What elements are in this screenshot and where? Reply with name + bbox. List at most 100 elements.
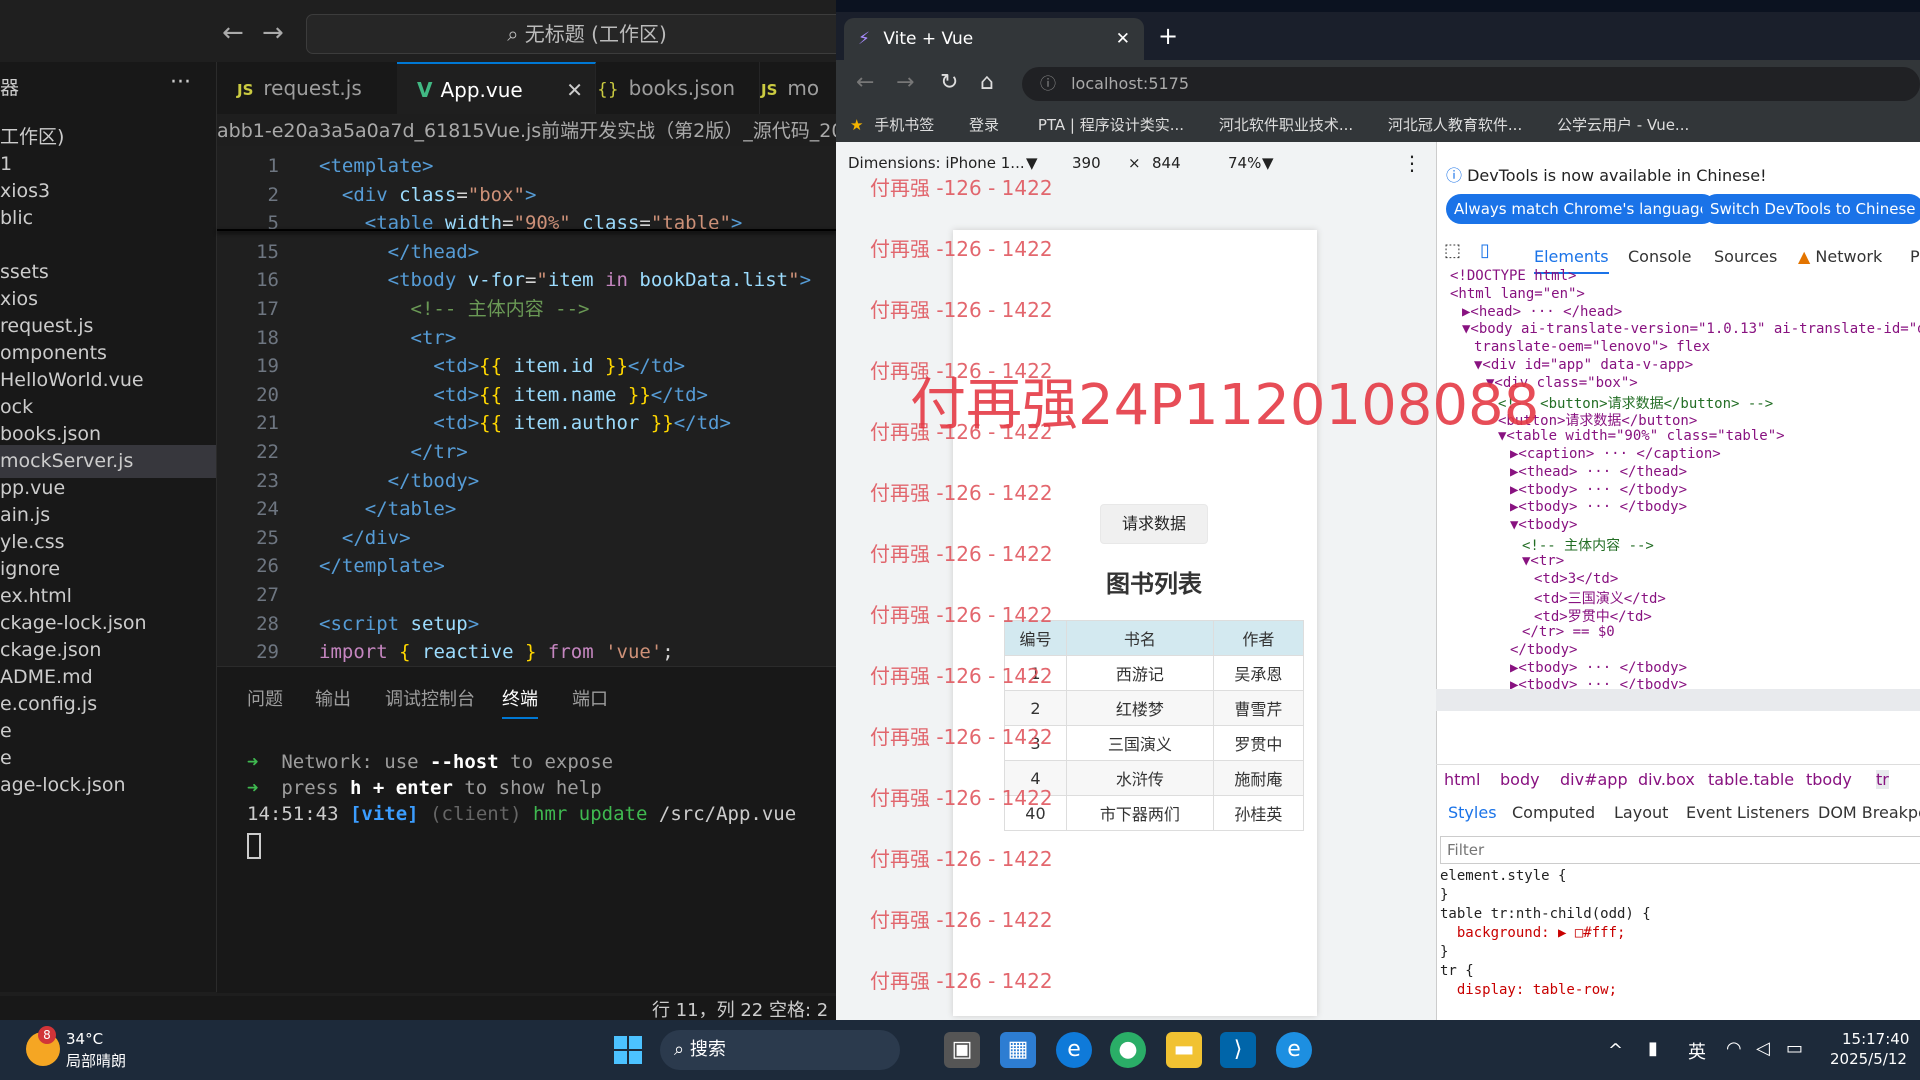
- inspect-element-icon[interactable]: ⬚: [1444, 240, 1461, 261]
- panel-tab-debug-console[interactable]: 调试控制台: [385, 685, 475, 711]
- address-bar[interactable]: ⓘ localhost:5175: [1022, 67, 1920, 101]
- breadcrumb[interactable]: abb1-e20a3a5a0a7d_61815Vue.js前端开发实战（第2版）…: [217, 116, 836, 146]
- code-line[interactable]: 16 <tbody v-for="item in bookData.list">: [217, 266, 811, 294]
- crumb-html[interactable]: html: [1444, 770, 1480, 789]
- crumb-div-box[interactable]: div.box: [1638, 770, 1695, 789]
- request-data-button[interactable]: 请求数据: [1100, 504, 1208, 544]
- panel-tab-ports[interactable]: 端口: [572, 685, 608, 711]
- dom-node[interactable]: ▼<body ai-translate-version="1.0.13" ai-…: [1462, 321, 1920, 337]
- back-arrow-icon[interactable]: ←: [222, 18, 244, 48]
- close-tab-icon[interactable]: ✕: [1116, 18, 1130, 60]
- vscode-icon[interactable]: ⟩: [1220, 1032, 1256, 1068]
- panel-tab-output[interactable]: 输出: [315, 685, 351, 711]
- clock-date[interactable]: 2025/5/12: [1830, 1050, 1907, 1068]
- dom-node[interactable]: ▼<table width="90%" class="table">: [1498, 428, 1785, 444]
- dom-node[interactable]: <td>3</td>: [1534, 571, 1618, 587]
- battery-icon[interactable]: ▭: [1786, 1038, 1803, 1059]
- back-icon[interactable]: ←: [856, 70, 874, 95]
- code-line[interactable]: 5 <table width="90%" class="table">: [217, 209, 743, 237]
- code-line[interactable]: 24 </table>: [217, 495, 456, 523]
- tab-console[interactable]: Console: [1628, 247, 1692, 266]
- clock-time[interactable]: 15:17:40: [1842, 1030, 1909, 1048]
- code-line[interactable]: 23 </tbody>: [217, 467, 479, 495]
- code-line[interactable]: 2 <div class="box">: [217, 181, 537, 209]
- forward-arrow-icon[interactable]: →: [262, 18, 284, 48]
- style-rule-line[interactable]: table tr:nth-child(odd) {: [1440, 906, 1651, 922]
- edge-ai-icon[interactable]: e: [1276, 1032, 1312, 1068]
- style-rule-line[interactable]: background: ▶ □#fff;: [1440, 925, 1626, 941]
- wechat-icon[interactable]: ●: [1110, 1032, 1146, 1068]
- bookmark-pta[interactable]: PTA | 程序设计类实...: [1038, 116, 1184, 134]
- wifi-icon[interactable]: ◠: [1726, 1038, 1742, 1059]
- dom-node[interactable]: ▶<tbody> ··· </tbody>: [1510, 660, 1687, 676]
- command-center-search[interactable]: ⌕ 无标题 (工作区): [306, 14, 868, 54]
- dom-node[interactable]: ▶<head> ··· </head>: [1462, 304, 1622, 320]
- tab-books-json[interactable]: {} books.json: [577, 62, 760, 114]
- tab-sources[interactable]: Sources: [1714, 247, 1777, 266]
- tab-request-js[interactable]: JS request.js: [217, 62, 416, 114]
- style-rule-line[interactable]: display: table-row;: [1440, 982, 1617, 998]
- switch-to-chinese-button[interactable]: Switch DevTools to Chinese: [1702, 194, 1920, 224]
- code-line[interactable]: 20 <td>{{ item.name }}</td>: [217, 381, 708, 409]
- panel-tab-terminal[interactable]: 终端: [502, 685, 538, 719]
- code-line[interactable]: 28 <script setup>: [217, 610, 479, 638]
- zoom-select[interactable]: 74%: [1228, 146, 1261, 180]
- code-line[interactable]: 25 </div>: [217, 524, 410, 552]
- subtab-dom-breakpoints[interactable]: DOM Breakpo: [1818, 803, 1920, 822]
- cursor-position[interactable]: 行 11，列 22 空格: 2: [652, 996, 828, 1022]
- explorer-item[interactable]: e.config.js: [0, 688, 97, 721]
- code-line[interactable]: 26 </template>: [217, 552, 445, 580]
- explorer-item[interactable]: age-lock.json: [0, 769, 126, 802]
- code-line[interactable]: 1 <template>: [217, 152, 434, 180]
- bookmark-gongxueyun[interactable]: 公学云用户 - Vue...: [1557, 116, 1689, 134]
- style-rule-line[interactable]: element.style {: [1440, 868, 1566, 884]
- dom-node[interactable]: ▶<thead> ··· </thead>: [1510, 464, 1687, 480]
- taskbar-search[interactable]: ⌕ 搜索: [660, 1030, 900, 1070]
- new-tab-icon[interactable]: +: [1158, 22, 1178, 50]
- forward-icon[interactable]: →: [896, 70, 914, 95]
- code-line[interactable]: 19 <td>{{ item.id }}</td>: [217, 352, 685, 380]
- code-line[interactable]: 15 </thead>: [217, 238, 479, 266]
- bookmark-mobile[interactable]: 手机书签: [874, 116, 934, 134]
- tab-network[interactable]: ▲ Network: [1798, 247, 1882, 266]
- dom-node[interactable]: translate-oem="lenovo"> flex: [1474, 339, 1710, 355]
- photos-app-icon[interactable]: ▦: [1000, 1032, 1036, 1068]
- width-input[interactable]: 390: [1072, 146, 1101, 180]
- device-toolbar-icon[interactable]: ▯: [1480, 240, 1490, 261]
- bookmark-hebei-software[interactable]: 河北软件职业技术...: [1219, 116, 1353, 134]
- subtab-layout[interactable]: Layout: [1614, 803, 1668, 822]
- panel-tab-problems[interactable]: 问题: [247, 685, 283, 711]
- input-method[interactable]: 英: [1688, 1038, 1706, 1064]
- start-button[interactable]: [614, 1036, 642, 1064]
- crumb-tbody[interactable]: tbody: [1806, 770, 1852, 789]
- crumb-tr[interactable]: tr: [1876, 770, 1889, 789]
- dom-node[interactable]: ▶<tbody> ··· </tbody>: [1510, 482, 1687, 498]
- tab-app-vue[interactable]: V App.vue ✕: [397, 62, 596, 114]
- height-input[interactable]: 844: [1152, 146, 1181, 180]
- code-line[interactable]: 17 <!-- 主体内容 -->: [217, 295, 589, 323]
- dom-node[interactable]: ▶<caption> ··· </caption>: [1510, 446, 1721, 462]
- dom-node[interactable]: <html lang="en">: [1450, 286, 1585, 302]
- subtab-event-listeners[interactable]: Event Listeners: [1686, 803, 1810, 822]
- dom-node[interactable]: <!DOCTYPE html>: [1450, 268, 1576, 284]
- dom-node[interactable]: ▼<tr>: [1522, 553, 1564, 569]
- styles-filter-input[interactable]: [1440, 836, 1920, 864]
- crumb-table[interactable]: table.table: [1708, 770, 1794, 789]
- explorer-item[interactable]: blic: [0, 202, 33, 235]
- style-rule-line[interactable]: }: [1440, 944, 1448, 960]
- subtab-styles[interactable]: Styles: [1448, 803, 1497, 822]
- file-explorer-icon[interactable]: ▬: [1166, 1032, 1202, 1068]
- code-line[interactable]: 18 <tr>: [217, 324, 456, 352]
- dom-node[interactable]: </tr> == $0: [1522, 624, 1615, 640]
- browser-tab[interactable]: ⚡ Vite + Vue ✕: [844, 18, 1144, 60]
- reload-icon[interactable]: ↻: [940, 70, 958, 95]
- chevron-up-icon[interactable]: ^: [1608, 1040, 1623, 1061]
- style-rule-line[interactable]: }: [1440, 887, 1448, 903]
- crumb-div-app[interactable]: div#app: [1560, 770, 1628, 789]
- weather-desc[interactable]: 局部晴朗: [66, 1050, 126, 1071]
- dom-node[interactable]: </tbody>: [1510, 642, 1577, 658]
- dom-node[interactable]: ▶<tbody> ··· </tbody>: [1510, 499, 1687, 515]
- always-match-language-button[interactable]: Always match Chrome's language: [1446, 194, 1717, 224]
- code-line[interactable]: 22 </tr>: [217, 438, 468, 466]
- tab-mock[interactable]: JS mo: [741, 62, 836, 114]
